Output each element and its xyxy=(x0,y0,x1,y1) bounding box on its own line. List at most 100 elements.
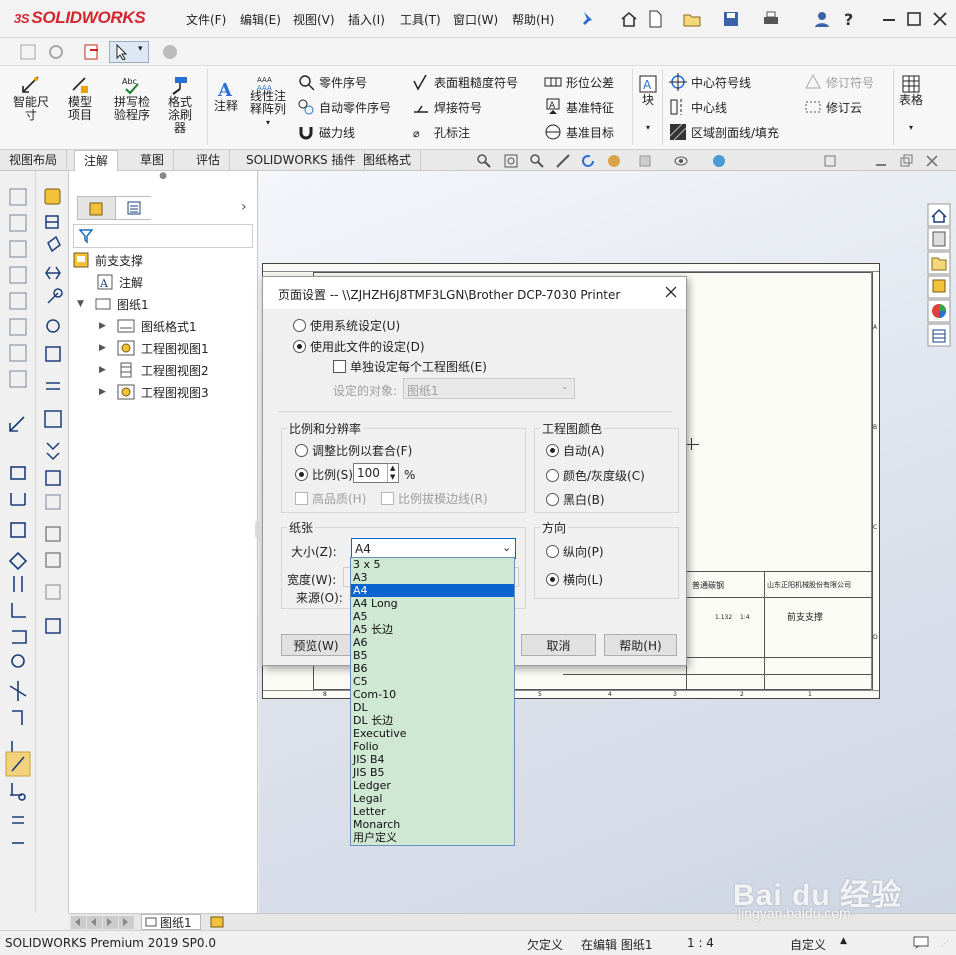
smart-select-icon[interactable] xyxy=(160,42,180,62)
linear-note-pattern-button[interactable]: AAA AAA 线性注释阵列 ▾ xyxy=(244,74,292,129)
help-icon[interactable]: ? xyxy=(839,9,859,29)
paper-size-option[interactable]: A4 xyxy=(351,584,514,597)
menu-help[interactable]: 帮助(H) xyxy=(512,11,554,28)
format-painter-button[interactable]: 格式涂刷器 xyxy=(158,74,202,135)
paper-size-option[interactable]: Monarch xyxy=(351,818,514,831)
appearance-icon[interactable] xyxy=(711,153,727,169)
each-sheet-checkbox[interactable]: 单独设定每个工程图纸(E) xyxy=(333,358,487,375)
sheet-scale[interactable]: 1 : 4 xyxy=(687,936,714,950)
use-document-settings-radio[interactable]: 使用此文件的设定(D) xyxy=(293,338,425,355)
sheet-navigation-arrows-icon[interactable] xyxy=(71,916,135,929)
use-system-settings-radio[interactable]: 使用系统设定(U) xyxy=(293,317,400,334)
paper-size-option[interactable]: DL xyxy=(351,701,514,714)
revision-symbol-button[interactable]: 修订符号 xyxy=(804,73,874,91)
panel-grip[interactable]: ● xyxy=(69,171,257,183)
new-document-icon[interactable] xyxy=(645,9,665,29)
portrait-radio[interactable]: 纵向(P) xyxy=(546,543,604,560)
paper-size-option[interactable]: A6 xyxy=(351,636,514,649)
scale-lines-checkbox[interactable]: 比例拔模边线(R) xyxy=(381,490,488,507)
weld-symbol-button[interactable]: 焊接符号 xyxy=(412,98,482,116)
tab-evaluate[interactable]: 评估 xyxy=(187,150,231,171)
chevron-up-icon[interactable]: ▲ xyxy=(840,936,847,946)
exit-sketch-icon[interactable] xyxy=(82,42,102,62)
paper-size-option[interactable]: B6 xyxy=(351,662,514,675)
menu-window[interactable]: 窗口(W) xyxy=(453,11,498,28)
datum-target-button[interactable]: 基准目标 xyxy=(544,123,614,141)
resize-grip-icon[interactable]: ⋰ xyxy=(941,939,949,948)
landscape-radio[interactable]: 横向(L) xyxy=(546,571,603,588)
minimize-icon[interactable] xyxy=(879,9,899,29)
revision-cloud-button[interactable]: 修订云 xyxy=(804,98,862,116)
doc-restore-icon[interactable] xyxy=(898,153,914,169)
datum-feature-button[interactable]: A 基准特征 xyxy=(544,98,614,116)
paper-size-option[interactable]: Com-10 xyxy=(351,688,514,701)
target-select[interactable]: 图纸1 ⌄ xyxy=(403,378,575,399)
gtol-button[interactable]: 形位公差 xyxy=(544,73,614,91)
zoom-area-icon[interactable] xyxy=(503,153,519,169)
tab-view-layout[interactable]: 视图布局 xyxy=(0,150,68,171)
previous-view-icon[interactable] xyxy=(529,153,545,169)
tab-solidworks-addins[interactable]: SOLIDWORKS 插件 xyxy=(237,150,366,171)
hole-callout-button[interactable]: ⌀ 孔标注 xyxy=(412,123,470,141)
chevron-right-icon[interactable]: › xyxy=(241,199,247,215)
view-palette-icon[interactable] xyxy=(606,153,622,169)
high-quality-checkbox[interactable]: 高品质(H) xyxy=(295,490,366,507)
menu-view[interactable]: 视图(V) xyxy=(293,11,335,28)
model-items-button[interactable]: 模型项目 xyxy=(56,74,104,122)
tree-sheet-format[interactable]: ▶ 图纸格式1 xyxy=(99,315,197,337)
drawing-view-tool-icons[interactable] xyxy=(36,171,69,913)
menu-tools[interactable]: 工具(T) xyxy=(400,11,441,28)
add-sheet-icon[interactable] xyxy=(209,915,225,929)
sketch-tools-icon[interactable] xyxy=(555,153,571,169)
paper-size-select[interactable]: A4 ⌄ xyxy=(351,538,516,559)
tables-button[interactable]: 表格 ▾ xyxy=(896,74,926,134)
color-bw-radio[interactable]: 黑白(B) xyxy=(546,491,605,508)
doc-minimize-icon[interactable] xyxy=(873,153,889,169)
center-mark-button[interactable]: 中心符号线 xyxy=(669,73,751,91)
color-grayscale-radio[interactable]: 颜色/灰度级(C) xyxy=(546,467,645,484)
spinner-arrows-icon[interactable]: ▲ ▼ xyxy=(387,464,395,482)
chevron-right-icon[interactable]: ▶ xyxy=(99,387,117,397)
tree-sheet[interactable]: ▼ 图纸1 xyxy=(77,293,149,315)
feature-manager-tab-icon[interactable] xyxy=(88,201,104,217)
cancel-button[interactable]: 取消 xyxy=(521,634,596,656)
paper-size-option[interactable]: A5 xyxy=(351,610,514,623)
paper-size-option[interactable]: Legal xyxy=(351,792,514,805)
open-folder-icon[interactable] xyxy=(682,9,702,29)
paper-size-option[interactable]: C5 xyxy=(351,675,514,688)
chevron-down-icon[interactable]: ▼ xyxy=(77,299,95,309)
fit-to-page-radio[interactable]: 调整比例以套合(F) xyxy=(295,442,412,459)
pin-icon[interactable] xyxy=(577,9,597,29)
smart-dimension-button[interactable]: 智能尺寸 xyxy=(8,74,54,122)
paper-size-option[interactable]: B5 xyxy=(351,649,514,662)
user-icon[interactable] xyxy=(812,9,832,29)
close-icon[interactable] xyxy=(664,285,678,299)
home-icon[interactable] xyxy=(619,9,639,29)
surface-finish-button[interactable]: 表面粗糙度符号 xyxy=(412,73,518,91)
print-icon[interactable] xyxy=(761,9,781,29)
tree-drawing-view-2[interactable]: ▶ 工程图视图2 xyxy=(99,359,209,381)
chevron-right-icon[interactable]: ▶ xyxy=(99,365,117,375)
paper-size-option[interactable]: Folio xyxy=(351,740,514,753)
help-button[interactable]: 帮助(H) xyxy=(604,634,677,656)
select-tool-button[interactable]: ▾ xyxy=(109,41,149,63)
close-icon[interactable] xyxy=(930,9,950,29)
display-style-icon[interactable] xyxy=(637,153,653,169)
paper-size-option[interactable]: 用户定义 xyxy=(351,831,514,844)
rebuild-icon[interactable] xyxy=(18,42,38,62)
tile-window-icon[interactable] xyxy=(822,153,838,169)
rotate-view-icon[interactable] xyxy=(580,153,596,169)
centerline-button[interactable]: 中心线 xyxy=(669,98,727,116)
strip-tool-icons[interactable] xyxy=(0,171,36,913)
note-button[interactable]: A 注释 xyxy=(210,78,242,113)
maximize-icon[interactable] xyxy=(904,9,924,29)
tree-filter-box[interactable] xyxy=(73,224,253,248)
comment-icon[interactable] xyxy=(913,936,929,950)
tree-drawing-view-3[interactable]: ▶ 工程图视图3 xyxy=(99,381,209,403)
tree-root[interactable]: 前支支撑 xyxy=(73,249,143,271)
doc-close-icon[interactable] xyxy=(924,153,940,169)
tab-annotation[interactable]: 注解 xyxy=(74,150,119,171)
paper-size-option[interactable]: Executive xyxy=(351,727,514,740)
spell-check-button[interactable]: Abc 拼写检验程序 xyxy=(110,74,154,122)
paper-size-option[interactable]: A5 长边 xyxy=(351,623,514,636)
